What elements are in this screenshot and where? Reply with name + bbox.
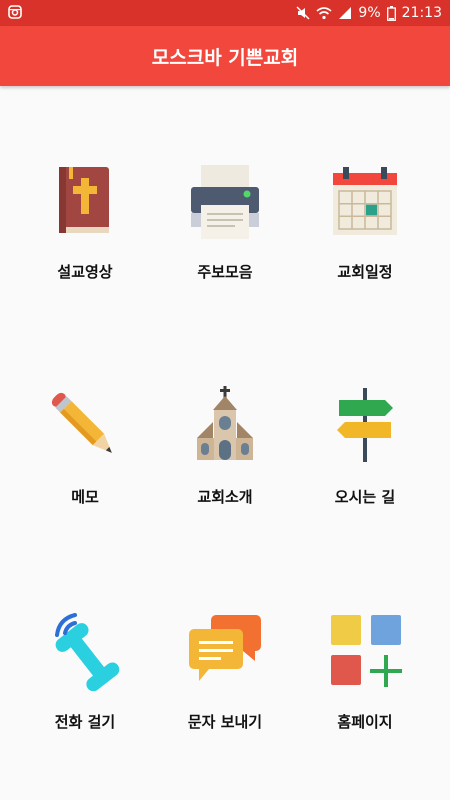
menu-label: 문자 보내기 bbox=[187, 713, 263, 731]
church-icon bbox=[197, 386, 253, 460]
menu-label: 전화 걸기 bbox=[54, 713, 116, 731]
pencil-icon bbox=[51, 392, 112, 453]
instagram-icon bbox=[8, 5, 22, 19]
calendar-icon bbox=[333, 167, 397, 235]
chat-icon bbox=[189, 615, 261, 681]
mute-icon bbox=[296, 6, 310, 20]
printer-icon bbox=[191, 165, 259, 239]
menu-label: 메모 bbox=[71, 488, 99, 506]
menu-grid: 설교영상 주보모음 교회일정 메모 교회소개 오시는 길 전화 걸기 문자 보내… bbox=[0, 86, 450, 800]
menu-label: 오시는 길 bbox=[334, 488, 396, 506]
menu-item-directions[interactable]: 오시는 길 bbox=[290, 386, 440, 536]
status-bar: 9% 21:13 bbox=[0, 0, 450, 26]
app-bar: 모스크바 기쁜교회 bbox=[0, 26, 450, 86]
clock: 21:13 bbox=[401, 5, 442, 21]
battery-level: 9% bbox=[358, 5, 381, 21]
menu-label: 설교영상 bbox=[57, 263, 113, 281]
wifi-icon bbox=[316, 7, 332, 20]
phone-icon bbox=[55, 613, 120, 691]
menu-label: 교회일정 bbox=[337, 263, 393, 281]
menu-item-bulletins[interactable]: 주보모음 bbox=[150, 161, 300, 311]
menu-item-memo[interactable]: 메모 bbox=[10, 386, 160, 536]
app-title: 모스크바 기쁜교회 bbox=[151, 46, 299, 69]
menu-item-homepage[interactable]: 홈페이지 bbox=[290, 611, 440, 761]
signpost-icon bbox=[337, 388, 393, 462]
menu-label: 주보모음 bbox=[197, 263, 253, 281]
battery-icon bbox=[386, 5, 396, 21]
menu-item-call[interactable]: 전화 걸기 bbox=[10, 611, 160, 761]
menu-item-church-intro[interactable]: 교회소개 bbox=[150, 386, 300, 536]
menu-item-church-schedule[interactable]: 교회일정 bbox=[290, 161, 440, 311]
menu-item-sermon-videos[interactable]: 설교영상 bbox=[10, 161, 160, 311]
menu-label: 홈페이지 bbox=[337, 713, 393, 731]
menu-label: 교회소개 bbox=[197, 488, 253, 506]
apps-icon bbox=[331, 615, 402, 687]
menu-item-send-message[interactable]: 문자 보내기 bbox=[150, 611, 300, 761]
cell-signal-icon bbox=[339, 7, 352, 19]
bible-icon bbox=[59, 167, 109, 233]
